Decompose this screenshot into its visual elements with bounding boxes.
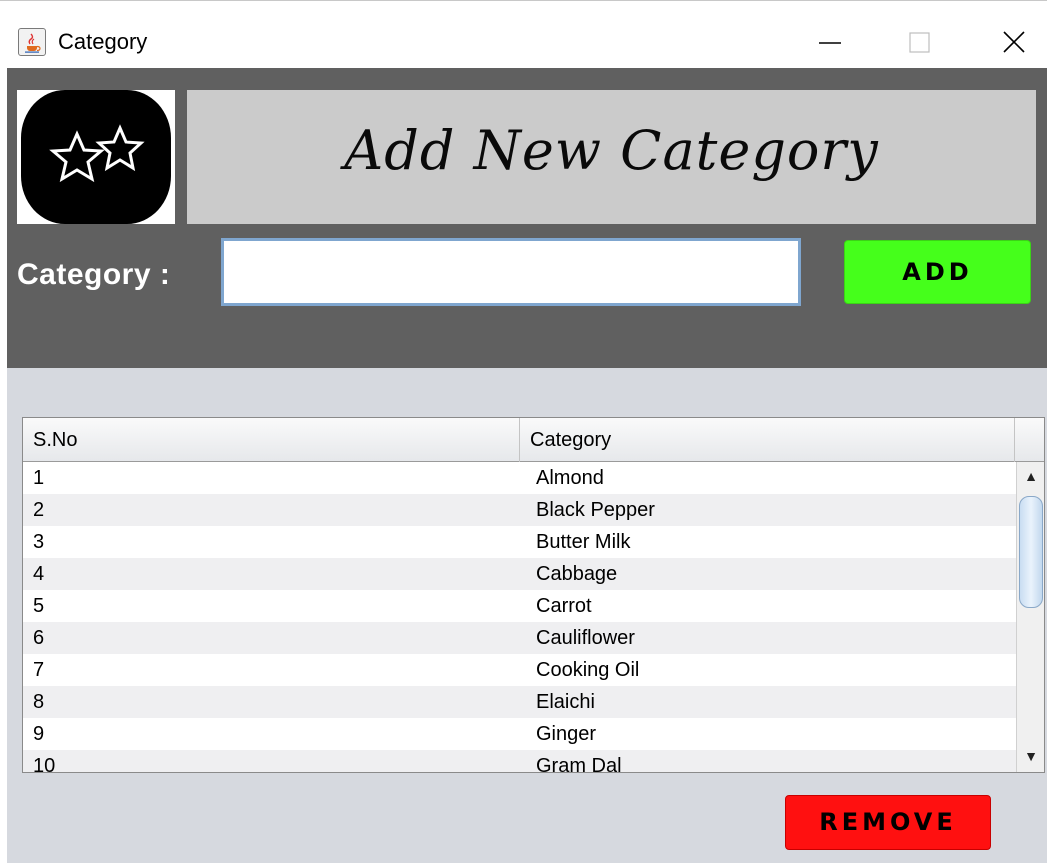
cell-sno: 7 (33, 659, 45, 681)
category-window: Category Add New Category Category : ADD… (0, 0, 1047, 863)
column-header-category[interactable]: Category (520, 418, 1015, 462)
logo (17, 90, 175, 224)
cell-category: Almond (536, 467, 604, 489)
table-row[interactable]: 2 Black Pepper (23, 494, 1016, 526)
table-scrollbar[interactable]: ▲ ▼ (1016, 462, 1044, 772)
table-row[interactable]: 6 Cauliflower (23, 622, 1016, 654)
cell-category: Carrot (536, 595, 592, 617)
cell-sno: 1 (33, 467, 45, 489)
cell-category: Ginger (536, 723, 597, 745)
java-cup-icon (18, 28, 46, 56)
maximize-button[interactable] (890, 19, 950, 67)
cell-sno: 10 (33, 755, 56, 772)
cell-category: Butter Milk (536, 531, 631, 553)
table-header: S.No Category (23, 418, 1044, 462)
table-row[interactable]: 7 Cooking Oil (23, 654, 1016, 686)
cell-category: Cabbage (536, 563, 618, 585)
cell-sno: 9 (33, 723, 45, 745)
cell-category: Cauliflower (536, 627, 635, 649)
cell-sno: 3 (33, 531, 45, 553)
table-row[interactable]: 10 Gram Dal (23, 750, 1016, 772)
scroll-up-arrow-icon[interactable]: ▲ (1017, 464, 1044, 488)
category-table: S.No Category 1 Almond 2 Black Pepper 3 … (22, 417, 1045, 773)
cell-sno: 5 (33, 595, 45, 617)
table-row[interactable]: 4 Cabbage (23, 558, 1016, 590)
title-bar[interactable]: Category (0, 7, 1047, 68)
maximize-icon (909, 32, 930, 53)
cell-sno: 8 (33, 691, 45, 713)
remove-button[interactable]: REMOVE (785, 795, 991, 850)
banner-title: Add New Category (344, 119, 879, 182)
table-body: 1 Almond 2 Black Pepper 3 Butter Milk 4 … (23, 462, 1016, 772)
close-icon (1003, 31, 1025, 53)
table-row[interactable]: 9 Ginger (23, 718, 1016, 750)
cell-category: Black Pepper (536, 499, 655, 521)
column-header-corner (1015, 418, 1044, 462)
table-row[interactable]: 3 Butter Milk (23, 526, 1016, 558)
scroll-down-arrow-icon[interactable]: ▼ (1017, 744, 1044, 768)
column-header-sno[interactable]: S.No (23, 418, 520, 462)
table-row[interactable]: 8 Elaichi (23, 686, 1016, 718)
category-label: Category : (17, 258, 171, 291)
cell-category: Elaichi (536, 691, 595, 713)
category-input[interactable] (221, 238, 801, 306)
cell-category: Gram Dal (536, 755, 622, 772)
cell-category: Cooking Oil (536, 659, 640, 681)
cell-sno: 6 (33, 627, 45, 649)
table-row[interactable]: 1 Almond (23, 462, 1016, 494)
cell-sno: 4 (33, 563, 45, 585)
add-button[interactable]: ADD (844, 240, 1031, 304)
two-stars-icon (17, 90, 175, 224)
window-title: Category (58, 29, 148, 54)
minimize-button[interactable] (800, 19, 860, 67)
close-button[interactable] (985, 19, 1045, 67)
cell-sno: 2 (33, 499, 45, 521)
scrollbar-thumb[interactable] (1019, 496, 1043, 608)
table-row[interactable]: 5 Carrot (23, 590, 1016, 622)
window-top-border (0, 0, 1047, 7)
banner: Add New Category (187, 90, 1036, 224)
minimize-icon (819, 42, 841, 44)
window-left-border (0, 68, 7, 863)
